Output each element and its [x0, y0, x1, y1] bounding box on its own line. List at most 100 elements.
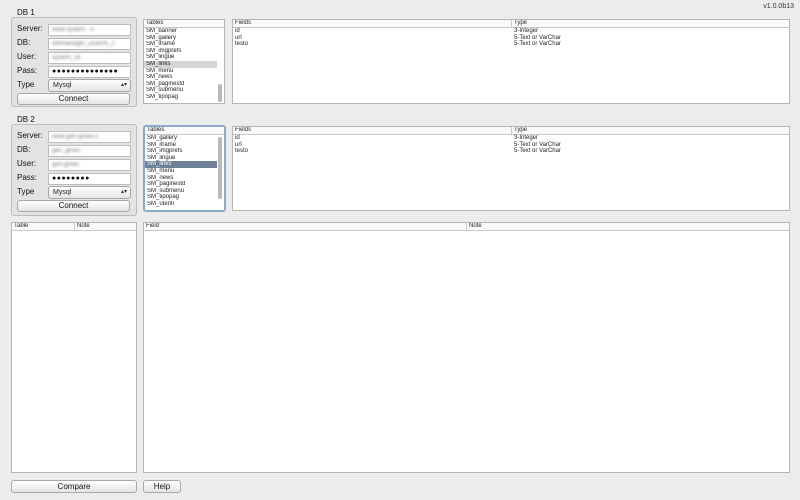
db1-pass-value: ●●●●●●●●●●●●●●: [52, 68, 119, 75]
table-list-item[interactable]: SM_menu: [145, 168, 217, 175]
db2-fields-header-label: Fields: [235, 127, 252, 133]
table-list-item[interactable]: SM_lingue: [145, 155, 217, 162]
db1-user-input[interactable]: system_vit: [48, 52, 131, 64]
db1-fields-header: Fields Type: [233, 20, 789, 28]
db2-db-input[interactable]: gen_gmen: [48, 145, 131, 157]
field-type: 5-Text or VarChar: [514, 34, 561, 41]
table-list-item[interactable]: SM_tipopag: [144, 94, 217, 101]
db2-user-label: User:: [17, 159, 37, 168]
db1-db-input[interactable]: sitemanager_ucamm_2: [48, 38, 131, 50]
field-row[interactable]: id 3-Integer: [233, 135, 789, 142]
db1-tables-scroll-thumb[interactable]: [218, 84, 222, 102]
table-list-item[interactable]: SM_tipopag: [145, 194, 217, 201]
db1-db-label: DB:: [17, 38, 31, 47]
db2-tables-list: SM_gallery SM_iframe SM_imgprefs SM_lingue S…: [145, 135, 217, 208]
db1-pass-label: Pass:: [17, 66, 38, 75]
db2-tables-header-label: Tables: [147, 127, 165, 133]
column-separator: [466, 223, 467, 230]
db1-pass-input[interactable]: ●●●●●●●●●●●●●●: [48, 66, 131, 78]
db2-user-value: gen-gmen: [52, 162, 80, 168]
field-type: 5-Text or VarChar: [514, 41, 561, 48]
db1-db-value: sitemanager_ucamm_2: [52, 41, 115, 47]
column-separator: [74, 223, 75, 230]
db2-type-header-label: Type: [514, 127, 528, 133]
db2-server-input[interactable]: www.gen-grwer.it: [48, 131, 131, 143]
compare-table-header-label: Table: [14, 223, 29, 229]
table-list-item[interactable]: SM_submenu: [144, 87, 217, 94]
db1-server-input[interactable]: www.system --s: [48, 24, 131, 36]
column-separator: [511, 127, 512, 134]
compare-field-header-label: Field: [146, 223, 160, 229]
db1-fields-panel: Fields Type id 3-Integer url 5-Text or VarC…: [232, 19, 790, 104]
db2-connect-button[interactable]: Connect: [17, 200, 130, 212]
db2-pass-label: Pass:: [17, 173, 38, 182]
version-label: v1.0.0b13: [763, 3, 794, 10]
field-type: 5-Text or VarChar: [514, 141, 561, 148]
db1-type-label: Type: [17, 80, 35, 89]
column-separator: [511, 20, 512, 27]
field-name: id: [235, 135, 240, 141]
table-list-item[interactable]: SM_paginestd: [144, 81, 217, 88]
db2-tables-panel: Tables SM_gallery SM_iframe SM_imgprefs SM_…: [143, 125, 226, 212]
table-list-item[interactable]: SM_submenu: [145, 188, 217, 195]
db1-tables-scrollbar[interactable]: [218, 28, 223, 102]
db1-title: DB 1: [17, 8, 35, 17]
table-list-item[interactable]: SM_paginestd: [145, 181, 217, 188]
field-row[interactable]: url 5-Text or VarChar: [233, 35, 789, 42]
field-name: id: [235, 28, 240, 34]
db1-tables-header-label: Tables: [146, 20, 164, 26]
db1-user-label: User:: [17, 52, 37, 61]
table-list-item[interactable]: SM_iframe: [145, 142, 217, 149]
field-name: url: [235, 34, 242, 41]
db2-tables-scrollbar[interactable]: [218, 135, 223, 209]
table-list-item[interactable]: SM_links: [144, 60, 217, 68]
db1-type-value: Mysql: [53, 82, 72, 89]
table-list-item[interactable]: SM_gallery: [144, 35, 217, 42]
table-list-item[interactable]: SM_banner: [144, 28, 217, 35]
db2-type-select[interactable]: Mysql ▴▾: [48, 186, 131, 199]
db2-fields-panel: Fields Type id 3-Integer url 5-Text or VarC…: [232, 126, 790, 211]
table-list-item[interactable]: SM_gallery: [145, 135, 217, 142]
field-row[interactable]: testo 5-Text or VarChar: [233, 41, 789, 48]
db2-pass-input[interactable]: ●●●●●●●●: [48, 173, 131, 185]
table-list-item[interactable]: SM_imgprefs: [144, 48, 217, 55]
compare-tables-header: Table Note: [12, 223, 136, 231]
table-list-item[interactable]: SM_utenti: [145, 201, 217, 208]
db1-connect-button[interactable]: Connect: [17, 93, 130, 105]
help-button[interactable]: Help: [143, 480, 181, 493]
table-list-item[interactable]: SM_imgprefs: [145, 148, 217, 155]
db2-db-label: DB:: [17, 145, 31, 154]
table-list-item[interactable]: SM_news: [144, 74, 217, 81]
table-list-item[interactable]: SM_menu: [144, 68, 217, 75]
compare-fields-panel: Field Note: [143, 222, 790, 473]
table-list-item[interactable]: SM_news: [145, 175, 217, 182]
compare-button[interactable]: Compare: [11, 480, 137, 493]
compare-note-header-label: Note: [77, 223, 90, 229]
field-row[interactable]: url 5-Text or VarChar: [233, 142, 789, 149]
field-row[interactable]: testo 5-Text or VarChar: [233, 148, 789, 155]
table-list-item[interactable]: SM_iframe: [144, 41, 217, 48]
field-row[interactable]: id 3-Integer: [233, 28, 789, 35]
field-type: 3-Integer: [514, 135, 539, 141]
db2-user-input[interactable]: gen-gmen: [48, 159, 131, 171]
field-type: 5-Text or VarChar: [514, 148, 561, 155]
db2-tables-header: Tables: [145, 127, 224, 135]
table-list-item[interactable]: SM_lingue: [144, 54, 217, 61]
db1-type-select[interactable]: Mysql ▴▾: [48, 79, 131, 92]
db1-user-value: system_vit: [52, 55, 81, 61]
db2-type-label: Type: [17, 187, 35, 196]
db1-tables-panel: Tables SM_banner SM_gallery SM_iframe SM_im…: [143, 19, 225, 104]
db1-fields-header-label: Fields: [235, 20, 252, 26]
chevron-updown-icon: ▴▾: [120, 82, 127, 88]
compare-fields-header: Field Note: [144, 223, 789, 231]
chevron-updown-icon: ▴▾: [120, 189, 127, 195]
table-list-item[interactable]: SM_links: [145, 161, 217, 168]
db2-type-value: Mysql: [53, 189, 72, 196]
db2-db-value: gen_gmen: [52, 148, 81, 154]
field-type: 3-Integer: [514, 28, 539, 34]
compare-note2-header-label: Note: [469, 223, 482, 229]
field-name: testo: [235, 41, 249, 48]
db2-server-label: Server:: [17, 131, 43, 140]
db2-tables-scroll-thumb[interactable]: [218, 137, 222, 199]
db2-server-value: www.gen-grwer.it: [52, 134, 98, 140]
